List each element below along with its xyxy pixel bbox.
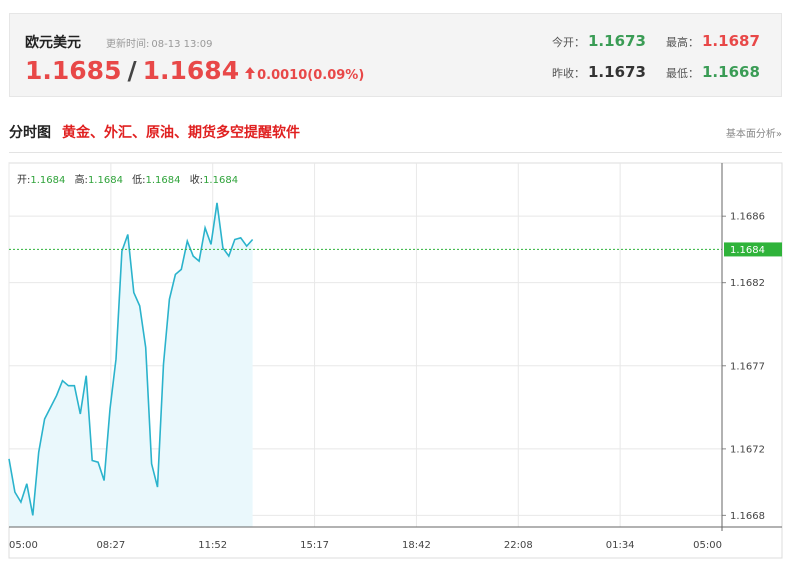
x-tick-label: 05:00 <box>9 540 38 551</box>
summary-high-value: 1.1684 <box>88 175 123 186</box>
y-tick-label: 1.1672 <box>730 444 765 455</box>
y-tick-label: 1.1682 <box>730 278 765 289</box>
y-tick-label: 1.1686 <box>730 212 765 223</box>
summary-open-label: 开: <box>17 175 30 186</box>
summary-close-label: 收: <box>190 173 203 186</box>
x-tick-label: 18:42 <box>402 540 431 551</box>
x-tick-label: 15:17 <box>300 540 329 551</box>
summary-low-value: 1.1684 <box>146 175 181 186</box>
summary-high-label: 高: <box>75 173 88 186</box>
y-tick-label: 1.1677 <box>730 361 765 372</box>
summary-open-value: 1.1684 <box>30 175 65 186</box>
x-tick-label: 11:52 <box>198 540 227 551</box>
current-price-label: 1.1684 <box>730 245 765 256</box>
x-tick-label: 01:34 <box>606 540 635 551</box>
summary-low-label: 低: <box>132 173 145 186</box>
intraday-chart[interactable]: 1.1684 1.1686 1.1682 1.1677 1.1672 1.1668 05… <box>0 0 800 575</box>
y-tick-label: 1.1668 <box>730 511 765 522</box>
x-tick-label: 05:00 <box>693 540 722 551</box>
summary-close-value: 1.1684 <box>203 175 238 186</box>
x-tick-label: 08:27 <box>96 540 125 551</box>
x-tick-label: 22:08 <box>504 540 533 551</box>
